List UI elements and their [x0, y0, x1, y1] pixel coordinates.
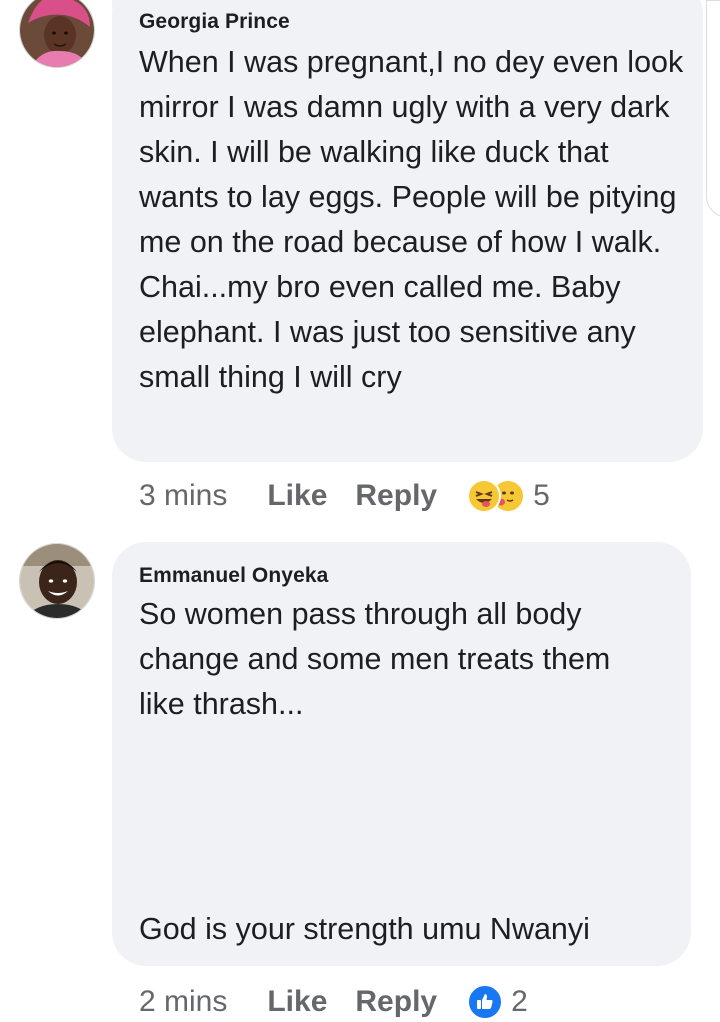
comment-timestamp[interactable]: 3 mins — [139, 479, 227, 513]
profile-photo-icon — [20, 544, 94, 618]
comment-timestamp[interactable]: 2 mins — [139, 985, 227, 1019]
comment-bubble[interactable]: Georgia Prince When I was pregnant,I no … — [112, 0, 703, 462]
comment-actions: 2 mins Like Reply 2 — [139, 982, 528, 1022]
comment-text: When I was pregnant,I no dey even look m… — [139, 45, 692, 394]
comment-georgia-prince: Georgia Prince When I was pregnant,I no … — [0, 0, 720, 530]
profile-photo-icon — [20, 0, 94, 67]
reply-button[interactable]: Reply — [355, 479, 437, 513]
comment-text-line: God is your strength umu Nwanyi — [139, 912, 590, 946]
comment-author[interactable]: Georgia Prince — [139, 10, 290, 34]
comment-actions: 3 mins Like Reply 5 — [139, 476, 550, 516]
like-button[interactable]: Like — [267, 479, 327, 513]
reply-button[interactable]: Reply — [355, 985, 437, 1019]
comment-bubble[interactable]: Emmanuel Onyeka So women pass through al… — [112, 542, 691, 966]
thumbs-up-icon — [467, 984, 504, 1020]
reaction-summary[interactable]: 2 — [467, 984, 528, 1020]
avatar[interactable] — [19, 0, 95, 68]
reaction-summary[interactable]: 5 — [467, 479, 550, 513]
comment-emmanuel-onyeka: Emmanuel Onyeka So women pass through al… — [0, 530, 720, 1020]
reaction-count: 2 — [511, 985, 528, 1018]
avatar[interactable] — [19, 543, 95, 619]
laughing-tongue-emoji — [467, 479, 502, 513]
overlay-panel-edge — [706, 0, 720, 218]
reaction-count: 5 — [533, 479, 550, 512]
comment-text-line: like thrash... — [139, 687, 304, 721]
comment-author[interactable]: Emmanuel Onyeka — [139, 564, 328, 588]
comment-text-line: So women pass through all body — [139, 597, 582, 631]
comment-text-line: change and some men treats them — [139, 642, 611, 676]
like-button[interactable]: Like — [267, 985, 327, 1019]
